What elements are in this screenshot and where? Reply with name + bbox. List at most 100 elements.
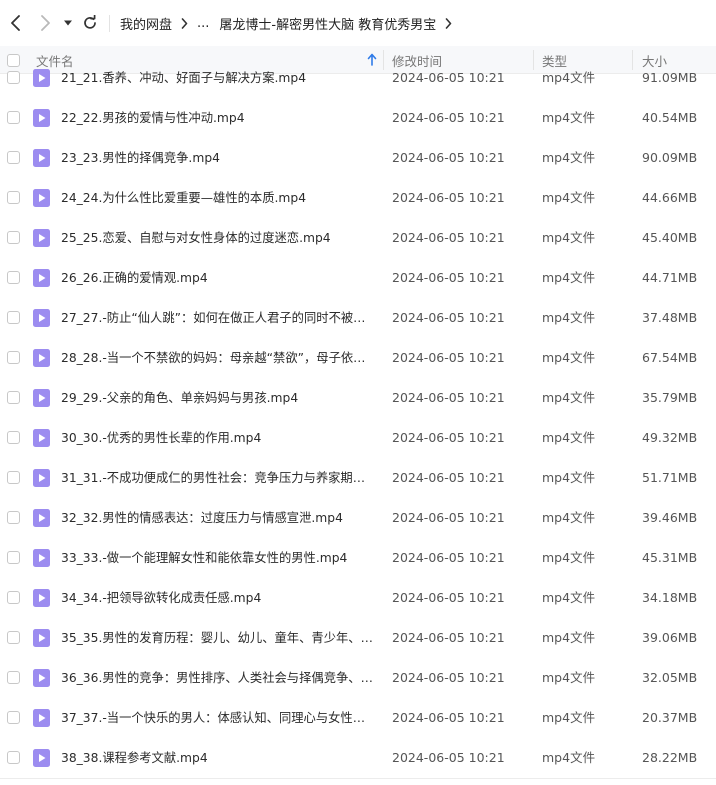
table-row[interactable]: 36_36.男性的竞争：男性排序、人类社会与择偶竞争、认… 2024-06-05… xyxy=(0,658,716,698)
row-checkbox[interactable] xyxy=(7,351,20,364)
chevron-right-icon xyxy=(181,17,188,29)
file-name[interactable]: 33_33.-做一个能理解女性和能依靠女性的男性.mp4 xyxy=(61,538,373,578)
file-name[interactable]: 30_30.-优秀的男性长辈的作用.mp4 xyxy=(61,418,373,458)
caret-down-icon xyxy=(64,20,72,26)
video-file-icon xyxy=(33,269,50,287)
row-checkbox[interactable] xyxy=(7,711,20,724)
file-size: 91.09MB xyxy=(642,70,698,85)
file-size: 20.37MB xyxy=(642,710,698,725)
file-name[interactable]: 26_26.正确的爱情观.mp4 xyxy=(61,258,373,298)
video-file-icon xyxy=(33,549,50,567)
row-checkbox[interactable] xyxy=(7,431,20,444)
toolbar-divider xyxy=(109,15,110,32)
file-type: mp4文件 xyxy=(542,550,596,565)
file-modified-time: 2024-06-05 10:21 xyxy=(392,710,505,725)
breadcrumb-separator xyxy=(181,17,188,29)
video-file-icon xyxy=(33,389,50,407)
file-name[interactable]: 29_29.-父亲的角色、单亲妈妈与男孩.mp4 xyxy=(61,378,373,418)
file-modified-time: 2024-06-05 10:21 xyxy=(392,310,505,325)
video-file-icon xyxy=(33,629,50,647)
table-row[interactable]: 37_37.-当一个快乐的男人：体感认知、同理心与女性视… 2024-06-05… xyxy=(0,698,716,738)
file-type: mp4文件 xyxy=(542,230,596,245)
table-row[interactable]: 31_31.-不成功便成仁的男性社会：竞争压力与养家期望… 2024-06-05… xyxy=(0,458,716,498)
video-file-icon xyxy=(33,669,50,687)
file-size: 45.31MB xyxy=(642,550,698,565)
file-modified-time: 2024-06-05 10:21 xyxy=(392,70,505,85)
table-row[interactable]: 34_34.-把领导欲转化成责任感.mp4 2024-06-05 10:21 m… xyxy=(0,578,716,618)
file-name[interactable]: 25_25.恋爱、自慰与对女性身体的过度迷恋.mp4 xyxy=(61,218,373,258)
file-type: mp4文件 xyxy=(542,470,596,485)
file-name[interactable]: 24_24.为什么性比爱重要—雄性的本质.mp4 xyxy=(61,178,373,218)
file-modified-time: 2024-06-05 10:21 xyxy=(392,590,505,605)
file-type: mp4文件 xyxy=(542,670,596,685)
breadcrumb-ellipsis[interactable]: ... xyxy=(197,16,209,31)
file-type: mp4文件 xyxy=(542,310,596,325)
table-row[interactable]: 32_32.男性的情感表达：过度压力与情感宣泄.mp4 2024-06-05 1… xyxy=(0,498,716,538)
row-checkbox[interactable] xyxy=(7,751,20,764)
row-checkbox[interactable] xyxy=(7,191,20,204)
table-row[interactable]: 21_21.香养、冲动、好面子与解决方案.mp4 2024-06-05 10:2… xyxy=(0,58,716,98)
video-file-icon xyxy=(33,509,50,527)
table-row[interactable]: 22_22.男孩的爱情与性冲动.mp4 2024-06-05 10:21 mp4… xyxy=(0,98,716,138)
table-row[interactable]: 26_26.正确的爱情观.mp4 2024-06-05 10:21 mp4文件 … xyxy=(0,258,716,298)
back-button[interactable] xyxy=(5,12,27,34)
table-row[interactable]: 30_30.-优秀的男性长辈的作用.mp4 2024-06-05 10:21 m… xyxy=(0,418,716,458)
file-name[interactable]: 32_32.男性的情感表达：过度压力与情感宣泄.mp4 xyxy=(61,498,373,538)
file-name[interactable]: 36_36.男性的竞争：男性排序、人类社会与择偶竞争、认… xyxy=(61,658,373,698)
table-row[interactable]: 33_33.-做一个能理解女性和能依靠女性的男性.mp4 2024-06-05 … xyxy=(0,538,716,578)
file-name[interactable]: 31_31.-不成功便成仁的男性社会：竞争压力与养家期望… xyxy=(61,458,373,498)
table-row[interactable]: 25_25.恋爱、自慰与对女性身体的过度迷恋.mp4 2024-06-05 10… xyxy=(0,218,716,258)
breadcrumb-current-folder[interactable]: 屠龙博士-解密男性大脑 教育优秀男宝 xyxy=(219,14,436,33)
file-name[interactable]: 22_22.男孩的爱情与性冲动.mp4 xyxy=(61,98,373,138)
file-size: 40.54MB xyxy=(642,110,698,125)
row-checkbox[interactable] xyxy=(7,391,20,404)
row-checkbox[interactable] xyxy=(7,231,20,244)
row-checkbox[interactable] xyxy=(7,671,20,684)
forward-button[interactable] xyxy=(34,12,56,34)
file-name[interactable]: 27_27.-防止“仙人跳”：如何在做正人君子的同时不被… xyxy=(61,298,373,338)
video-file-icon xyxy=(33,469,50,487)
file-name[interactable]: 38_38.课程参考文献.mp4 xyxy=(61,738,373,778)
table-row[interactable]: 38_38.课程参考文献.mp4 2024-06-05 10:21 mp4文件 … xyxy=(0,738,716,778)
file-modified-time: 2024-06-05 10:21 xyxy=(392,230,505,245)
file-size: 44.71MB xyxy=(642,270,698,285)
row-checkbox[interactable] xyxy=(7,71,20,84)
file-name[interactable]: 35_35.男性的发育历程：婴儿、幼儿、童年、青少年、成… xyxy=(61,618,373,658)
breadcrumb-separator xyxy=(445,17,452,29)
row-checkbox[interactable] xyxy=(7,551,20,564)
row-checkbox[interactable] xyxy=(7,151,20,164)
file-name[interactable]: 23_23.男性的择偶竞争.mp4 xyxy=(61,138,373,178)
file-name[interactable]: 28_28.-当一个不禁欲的妈妈：母亲越“禁欲”，母子依… xyxy=(61,338,373,378)
file-size: 35.79MB xyxy=(642,390,698,405)
breadcrumb-root[interactable]: 我的网盘 xyxy=(120,14,172,33)
row-checkbox[interactable] xyxy=(7,271,20,284)
top-bar: 我的网盘 ... 屠龙博士-解密男性大脑 教育优秀男宝 xyxy=(0,0,716,46)
row-checkbox[interactable] xyxy=(7,471,20,484)
table-row[interactable]: 35_35.男性的发育历程：婴儿、幼儿、童年、青少年、成… 2024-06-05… xyxy=(0,618,716,658)
table-row[interactable]: 23_23.男性的择偶竞争.mp4 2024-06-05 10:21 mp4文件… xyxy=(0,138,716,178)
file-type: mp4文件 xyxy=(542,390,596,405)
row-checkbox[interactable] xyxy=(7,311,20,324)
file-modified-time: 2024-06-05 10:21 xyxy=(392,670,505,685)
row-checkbox[interactable] xyxy=(7,631,20,644)
file-modified-time: 2024-06-05 10:21 xyxy=(392,150,505,165)
breadcrumb: 我的网盘 ... 屠龙博士-解密男性大脑 教育优秀男宝 xyxy=(120,0,461,46)
history-dropdown-button[interactable] xyxy=(58,12,78,34)
row-checkbox[interactable] xyxy=(7,511,20,524)
refresh-button[interactable] xyxy=(79,12,101,34)
table-row[interactable]: 29_29.-父亲的角色、单亲妈妈与男孩.mp4 2024-06-05 10:2… xyxy=(0,378,716,418)
file-name[interactable]: 34_34.-把领导欲转化成责任感.mp4 xyxy=(61,578,373,618)
table-row[interactable]: 24_24.为什么性比爱重要—雄性的本质.mp4 2024-06-05 10:2… xyxy=(0,178,716,218)
file-name[interactable]: 37_37.-当一个快乐的男人：体感认知、同理心与女性视… xyxy=(61,698,373,738)
table-row[interactable]: 28_28.-当一个不禁欲的妈妈：母亲越“禁欲”，母子依… 2024-06-05… xyxy=(0,338,716,378)
chevron-right-icon xyxy=(445,17,452,29)
file-type: mp4文件 xyxy=(542,750,596,765)
chevron-left-icon xyxy=(11,15,20,31)
row-checkbox[interactable] xyxy=(7,591,20,604)
table-row[interactable]: 27_27.-防止“仙人跳”：如何在做正人君子的同时不被… 2024-06-05… xyxy=(0,298,716,338)
video-file-icon xyxy=(33,69,50,87)
refresh-icon xyxy=(84,15,96,29)
file-name[interactable]: 21_21.香养、冲动、好面子与解决方案.mp4 xyxy=(61,58,373,98)
row-checkbox[interactable] xyxy=(7,111,20,124)
video-file-icon xyxy=(33,309,50,327)
